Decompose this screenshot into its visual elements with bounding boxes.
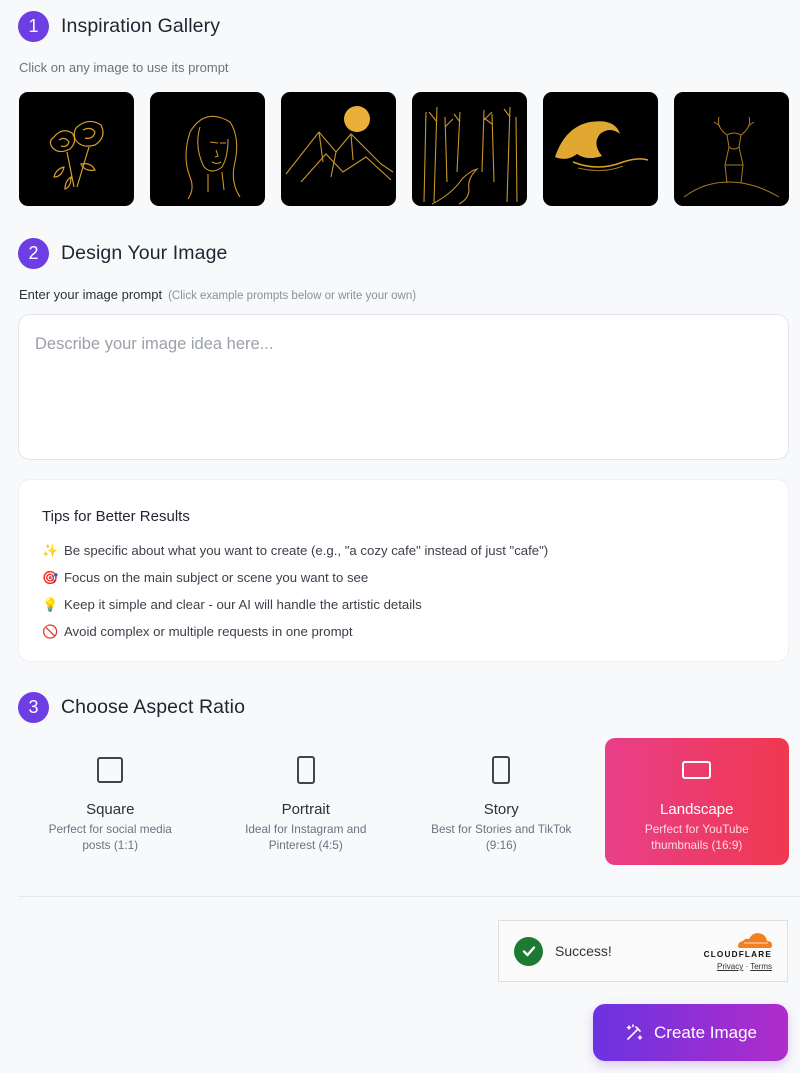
portrait-icon <box>296 755 315 784</box>
tip-item: 🚫 Avoid complex or multiple requests in … <box>42 618 765 645</box>
aspect-option-desc: Perfect for social media posts (1:1) <box>48 822 172 852</box>
tips-title: Tips for Better Results <box>42 508 190 525</box>
roses-illustration <box>49 120 104 190</box>
aspect-option-square[interactable]: Square Perfect for social media posts (1… <box>18 738 203 865</box>
gallery-image-woman[interactable] <box>150 92 265 206</box>
tip-text: Be specific about what you want to creat… <box>64 543 549 558</box>
aspect-section-header: 3 Choose Aspect Ratio <box>18 692 245 723</box>
privacy-link[interactable]: Privacy <box>717 962 743 971</box>
prohibited-icon: 🚫 <box>42 623 59 639</box>
deer-illustration <box>683 116 780 198</box>
link-separator: · <box>745 962 749 971</box>
aspect-option-desc: Perfect for YouTube thumbnails (16:9) <box>644 822 749 852</box>
captcha-links: Privacy · Terms <box>717 962 772 971</box>
story-shape-wrap <box>492 755 511 784</box>
tip-text: Focus on the main subject or scene you w… <box>64 570 369 585</box>
story-icon <box>492 755 511 784</box>
inspiration-gallery <box>19 92 789 206</box>
gallery-title: Inspiration Gallery <box>61 15 221 37</box>
gallery-image-forest[interactable] <box>412 92 527 206</box>
cloudflare-cloud-icon <box>738 933 772 948</box>
landscape-icon <box>682 760 712 779</box>
landscape-shape-wrap <box>682 755 712 784</box>
aspect-option-desc: Ideal for Instagram and Pinterest (4:5) <box>245 822 367 852</box>
step-badge-3: 3 <box>18 692 49 723</box>
tip-item: 🎯 Focus on the main subject or scene you… <box>42 564 765 591</box>
tip-item: 💡 Keep it simple and clear - our AI will… <box>42 591 765 618</box>
tip-item: ✨ Be specific about what you want to cre… <box>42 537 765 564</box>
aspect-option-name: Story <box>483 801 519 818</box>
success-check-icon <box>514 936 543 966</box>
aspect-ratio-options: Square Perfect for social media posts (1… <box>18 738 789 865</box>
prompt-input[interactable] <box>18 314 789 460</box>
aspect-option-story[interactable]: Story Best for Stories and TikTok (9:16) <box>409 738 594 865</box>
gallery-image-wave[interactable] <box>543 92 658 206</box>
gallery-section-header: 1 Inspiration Gallery <box>18 11 220 42</box>
aspect-option-name: Square <box>86 801 135 818</box>
portrait-shape-wrap <box>296 755 315 784</box>
mountains-moon-illustration <box>285 106 394 183</box>
section-divider <box>18 896 800 897</box>
gallery-image-deer[interactable] <box>674 92 789 206</box>
step-badge-1: 1 <box>18 11 49 42</box>
woman-portrait-illustration <box>185 115 241 200</box>
aspect-option-landscape[interactable]: Landscape Perfect for YouTube thumbnails… <box>604 738 789 865</box>
square-icon <box>97 756 124 783</box>
captcha-status: Success! <box>555 943 612 959</box>
aspect-title: Choose Aspect Ratio <box>61 696 246 718</box>
aspect-option-desc: Best for Stories and TikTok (9:16) <box>431 822 572 852</box>
prompt-label: Enter your image prompt (Click example pr… <box>19 287 416 302</box>
gallery-image-mountains[interactable] <box>281 92 396 206</box>
target-icon: 🎯 <box>42 569 59 585</box>
design-section-header: 2 Design Your Image <box>18 238 227 269</box>
aspect-option-portrait[interactable]: Portrait Ideal for Instagram and Pintere… <box>214 738 399 865</box>
create-image-label: Create Image <box>654 1022 757 1042</box>
great-wave-illustration <box>555 121 649 172</box>
prompt-hint: (Click example prompts below or write yo… <box>168 290 417 302</box>
square-shape-wrap <box>97 755 124 784</box>
tips-card: Tips for Better Results ✨ Be specific ab… <box>18 479 789 662</box>
sparkles-icon: ✨ <box>42 542 59 558</box>
magic-wand-icon <box>626 1023 643 1040</box>
create-image-button[interactable]: Create Image <box>593 1004 788 1061</box>
lightbulb-icon: 💡 <box>42 596 59 612</box>
prompt-label-text: Enter your image prompt <box>19 287 163 302</box>
design-title: Design Your Image <box>61 242 228 264</box>
cloudflare-branding: CLOUDFLARE Privacy · Terms <box>704 931 772 971</box>
gallery-image-roses[interactable] <box>19 92 134 206</box>
aspect-option-name: Landscape <box>660 801 734 818</box>
cloudflare-wordmark: CLOUDFLARE <box>703 950 772 959</box>
step-badge-2: 2 <box>18 238 49 269</box>
terms-link[interactable]: Terms <box>750 962 772 971</box>
tip-text: Keep it simple and clear - our AI will h… <box>64 597 422 612</box>
forest-path-illustration <box>423 106 518 205</box>
captcha-widget[interactable]: Success! CLOUDFLARE Privacy · Terms <box>498 920 788 982</box>
tip-text: Avoid complex or multiple requests in on… <box>64 624 353 639</box>
gallery-subtitle: Click on any image to use its prompt <box>19 60 229 75</box>
aspect-option-name: Portrait <box>281 801 330 818</box>
